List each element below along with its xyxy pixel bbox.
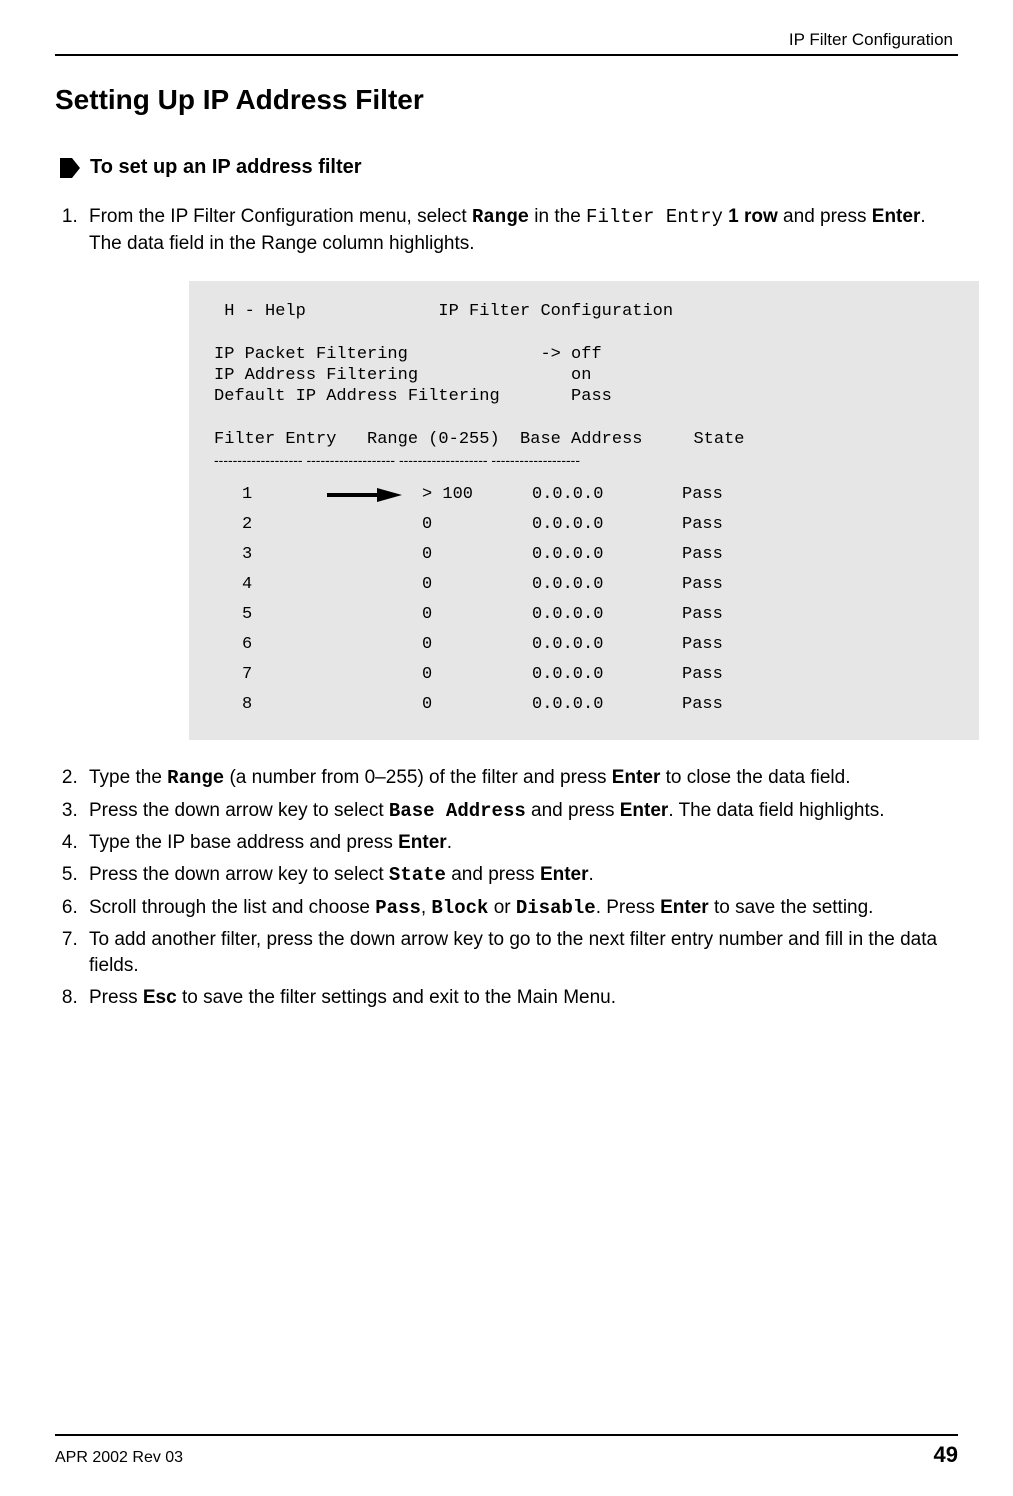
cell-range: 0 [422,544,532,565]
table-row: 4 00.0.0.0Pass [214,570,954,600]
cell-state: Pass [682,634,782,655]
terminal-line-help: H - Help IP Filter Configuration [214,301,954,322]
page-number: 49 [934,1442,958,1468]
step-1: From the IP Filter Configuration menu, s… [83,204,958,740]
cell-state: Pass [682,694,782,715]
cell-entry: 5 [214,604,327,625]
cell-state: Pass [682,664,782,685]
terminal-table-header: Filter Entry Range (0-255) Base Address … [214,429,954,450]
cell-entry: 6 [214,634,327,655]
cell-state: Pass [682,514,782,535]
table-row: 5 00.0.0.0Pass [214,600,954,630]
step-6: Scroll through the list and choose Pass,… [83,895,958,922]
table-row: 8 00.0.0.0Pass [214,690,954,720]
header-rule [55,54,958,56]
cell-state: Pass [682,604,782,625]
terminal-divider: ------------------- ------------------- … [214,450,954,472]
terminal-line-packet-filtering: IP Packet Filtering -> off [214,344,954,365]
cell-entry: 8 [214,694,327,715]
pointer-arrow-icon [327,488,422,502]
cell-range: 0 [422,694,532,715]
cell-base-address: 0.0.0.0 [532,514,682,535]
footer-rule [55,1434,958,1436]
cell-base-address: 0.0.0.0 [532,664,682,685]
cell-entry: 4 [214,574,327,595]
step-5: Press the down arrow key to select State… [83,862,958,889]
cell-range: 0 [422,604,532,625]
cell-base-address: 0.0.0.0 [532,694,682,715]
cell-entry: 7 [214,664,327,685]
step-8: Press Esc to save the filter settings an… [83,985,958,1011]
cell-range: > 100 [422,484,532,505]
step-3: Press the down arrow key to select Base … [83,798,958,825]
cell-range: 0 [422,574,532,595]
procedure-pentagon-icon [60,158,80,178]
terminal-screenshot: H - Help IP Filter Configuration IP Pack… [189,281,979,740]
step-2: Type the Range (a number from 0–255) of … [83,765,958,792]
step-7: To add another filter, press the down ar… [83,927,958,978]
table-row: 7 00.0.0.0Pass [214,660,954,690]
table-row: 1 > 1000.0.0.0Pass [214,480,954,510]
cell-range: 0 [422,634,532,655]
cell-base-address: 0.0.0.0 [532,484,682,505]
steps-list: From the IP Filter Configuration menu, s… [55,204,958,1010]
cell-entry: 2 [214,514,327,535]
cell-entry: 3 [214,544,327,565]
cell-state: Pass [682,574,782,595]
cell-entry: 1 [214,484,327,505]
cell-range: 0 [422,664,532,685]
table-row: 3 00.0.0.0Pass [214,540,954,570]
footer-left: APR 2002 Rev 03 [55,1449,183,1467]
cell-base-address: 0.0.0.0 [532,544,682,565]
procedure-title: To set up an IP address filter [90,156,362,179]
step-4: Type the IP base address and press Enter… [83,830,958,856]
terminal-line-default-filtering: Default IP Address Filtering Pass [214,386,954,407]
procedure-heading: To set up an IP address filter [60,156,958,179]
terminal-line-address-filtering: IP Address Filtering on [214,365,954,386]
cell-range: 0 [422,514,532,535]
cell-base-address: 0.0.0.0 [532,604,682,625]
cell-base-address: 0.0.0.0 [532,634,682,655]
cell-state: Pass [682,484,782,505]
cell-state: Pass [682,544,782,565]
page-footer: APR 2002 Rev 03 49 [55,1434,958,1468]
table-row: 6 00.0.0.0Pass [214,630,954,660]
cell-base-address: 0.0.0.0 [532,574,682,595]
running-header: IP Filter Configuration [55,30,958,50]
table-row: 2 00.0.0.0Pass [214,510,954,540]
section-title: Setting Up IP Address Filter [55,84,958,116]
